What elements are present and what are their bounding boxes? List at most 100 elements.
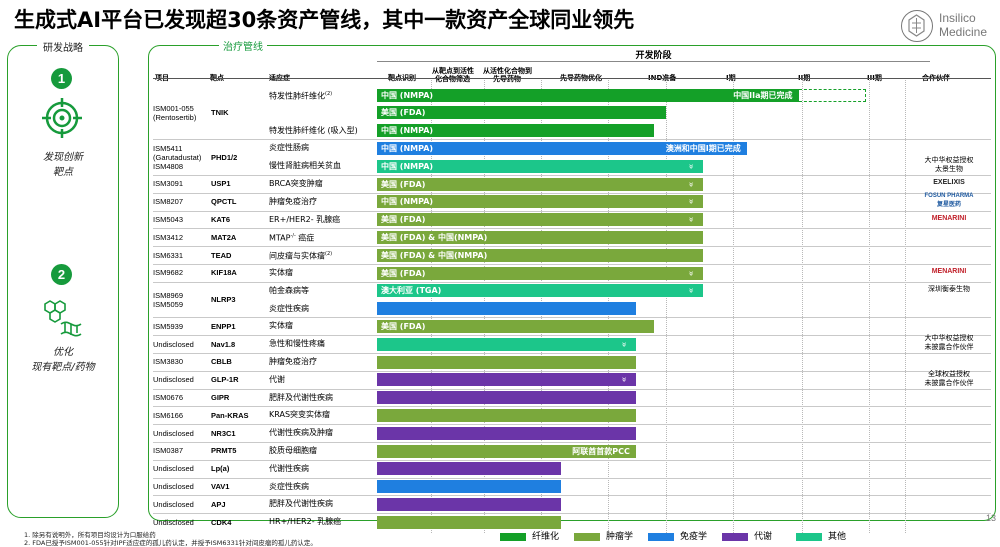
pipeline-bar-fibrosis: 中国 (NMPA) (377, 124, 655, 138)
project-target: CDK4 (211, 517, 232, 527)
project-id: ISM001-055 (Rentosertib) (153, 104, 211, 122)
logo-line-2: Medicine (939, 25, 988, 39)
pipeline-bar-metabolic (377, 462, 562, 476)
pipeline-bar-immunology: 中国 (NMPA) 澳洲和中国I期已完成 (377, 141, 747, 155)
partner-line: 太景生物 (935, 165, 963, 174)
row-separator (153, 228, 991, 230)
indication-suffix: 癌症 (295, 234, 315, 244)
indication-text: 胶质母细胞瘤 (269, 446, 317, 455)
project-id: Undisclosed (153, 482, 211, 491)
partner-line: 复星医药 (936, 201, 961, 208)
bar-label: 美国 (FDA) & 中国(NMPA) (381, 250, 488, 260)
row-separator (153, 281, 991, 283)
partner-line: MENARINI (931, 215, 967, 222)
project-id-line: Undisclosed (153, 482, 194, 491)
indication-label: 代谢 (269, 375, 285, 384)
project-id-line: (Rentosertib) (153, 112, 197, 122)
project-id-line: ISM3830 (153, 357, 184, 367)
step-2-badge: 2 (51, 264, 72, 285)
partner-logo: MENARINI (906, 214, 992, 223)
pipeline-bar-oncology (377, 408, 636, 422)
indication-label: 实体瘤 (269, 321, 293, 330)
project-id-line: ISM8969 (153, 290, 184, 300)
project-id: ISM5411 (Garutadustat) ISM4808 (153, 144, 211, 171)
step-2-label-1: 优化 (53, 347, 73, 358)
bar-label: 美国 (FDA) (381, 321, 426, 331)
project-id: ISM5939 (153, 322, 211, 331)
project-id-line: (Garutadustat) (153, 152, 202, 162)
project-id: Undisclosed (153, 518, 211, 527)
bar-status-label: 阿联酋首款PCC (572, 446, 630, 456)
indication-label: MTAP-/- 癌症 (269, 232, 314, 243)
project-id: Undisclosed (153, 464, 211, 473)
pipeline-bar-oncology: 阿联酋首款PCC (377, 444, 636, 458)
row-separator (153, 477, 991, 479)
indication-label: 肿瘤免疫治疗 (269, 197, 317, 206)
project-target: KIF18A (211, 268, 237, 278)
planned-extension (798, 88, 866, 102)
row-separator (153, 424, 991, 426)
bar-label: 美国 (FDA) (381, 268, 426, 278)
project-id: ISM0387 (153, 446, 211, 455)
partner-line: 未披露合作伙伴 (924, 343, 974, 352)
partner-text: 全球权益授权 未披露合作伙伴 (906, 370, 992, 388)
pipeline-bar-oncology: 美国 (FDA) » (377, 266, 703, 280)
indication-label: HR+/HER2- 乳腺癌 (269, 517, 341, 526)
row-separator (153, 139, 991, 141)
indication-text: 实体瘤 (269, 321, 293, 331)
project-target: Nav1.8 (211, 339, 236, 349)
progress-chevron-icon: » (685, 270, 696, 276)
bar-label: 美国 (FDA) (381, 215, 426, 225)
project-id: ISM3830 (153, 357, 211, 366)
partner-line: 全球权益授权 (928, 369, 970, 378)
bar-status-label: 中国IIa期已完成 (733, 90, 793, 100)
pipeline-bar-metabolic (377, 391, 636, 405)
row-separator (153, 264, 991, 265)
project-id-line: ISM001-055 (153, 103, 194, 113)
indication-text: KRAS突变实体瘤 (269, 410, 331, 420)
project-id-line: Undisclosed (153, 517, 194, 527)
project-id: ISM6166 (153, 411, 211, 420)
pipeline-bar-oncology: 中国 (NMPA) » (377, 195, 703, 209)
pipeline-bar-oncology: 美国 (FDA) » (377, 213, 703, 227)
partner-line: MENARINI (931, 268, 967, 276)
indication-label: 特发性肺纤维化(2) (269, 90, 332, 101)
step-2-label-2: 现有靶点/药物 (31, 362, 95, 373)
bar-label: 中国 (NMPA) (381, 143, 434, 153)
project-id-line: Undisclosed (153, 464, 194, 474)
row-separator (153, 459, 991, 461)
project-id-line: Undisclosed (153, 339, 194, 349)
page-title: 生成式AI平台已发现超30条资产管线，其中一款资产全球同业领先 (14, 8, 635, 32)
indication-label: ER+/HER2- 乳腺癌 (269, 215, 340, 224)
indication-label: 特发性肺纤维化 (吸入型) (269, 126, 358, 135)
row-separator (153, 353, 991, 354)
project-id-line: ISM5043 (153, 215, 184, 224)
row-separator (153, 335, 991, 337)
partner-logo: FOSUN PHARMA 复星医药 (906, 192, 992, 210)
indication-text: 代谢性疾病及肿瘤 (269, 428, 333, 438)
target-icon (42, 98, 82, 138)
legend-label: 纤维化 (532, 532, 560, 542)
project-id: Undisclosed (153, 375, 211, 384)
bar-status-label: 澳洲和中国I期已完成 (665, 143, 741, 153)
pipeline-bar-fibrosis: 中国 (NMPA) 中国IIa期已完成 (377, 88, 799, 102)
legend-label: 肿瘤学 (606, 532, 634, 542)
bar-label: 中国 (NMPA) (381, 197, 434, 207)
partner-line: 大中华权益授权 (924, 334, 974, 343)
progress-chevron-icon: » (685, 288, 696, 294)
progress-chevron-icon: » (618, 341, 629, 347)
pipeline-panel: 治疗管线 开发阶段 项目 靶点 适应症 靶点识别 从靶点到活性 化合物筛选 从活… (148, 38, 996, 533)
indication-label: 间皮瘤与实体瘤(2) (269, 250, 332, 261)
project-id: ISM3412 (153, 233, 211, 242)
project-id-line: Undisclosed (153, 375, 194, 385)
project-id: ISM8969 ISM5059 (153, 291, 211, 309)
project-id-line: ISM6331 (153, 250, 184, 260)
project-id: Undisclosed (153, 500, 211, 509)
indication-label: 炎症性疾病 (269, 304, 309, 313)
indication-text: 炎症性疾病 (269, 303, 309, 313)
row-separator (153, 210, 991, 212)
project-id-line: ISM0676 (153, 393, 184, 402)
header-divider (153, 78, 991, 79)
progress-chevron-icon: » (685, 181, 696, 187)
bar-label: 中国 (NMPA) (381, 126, 434, 136)
